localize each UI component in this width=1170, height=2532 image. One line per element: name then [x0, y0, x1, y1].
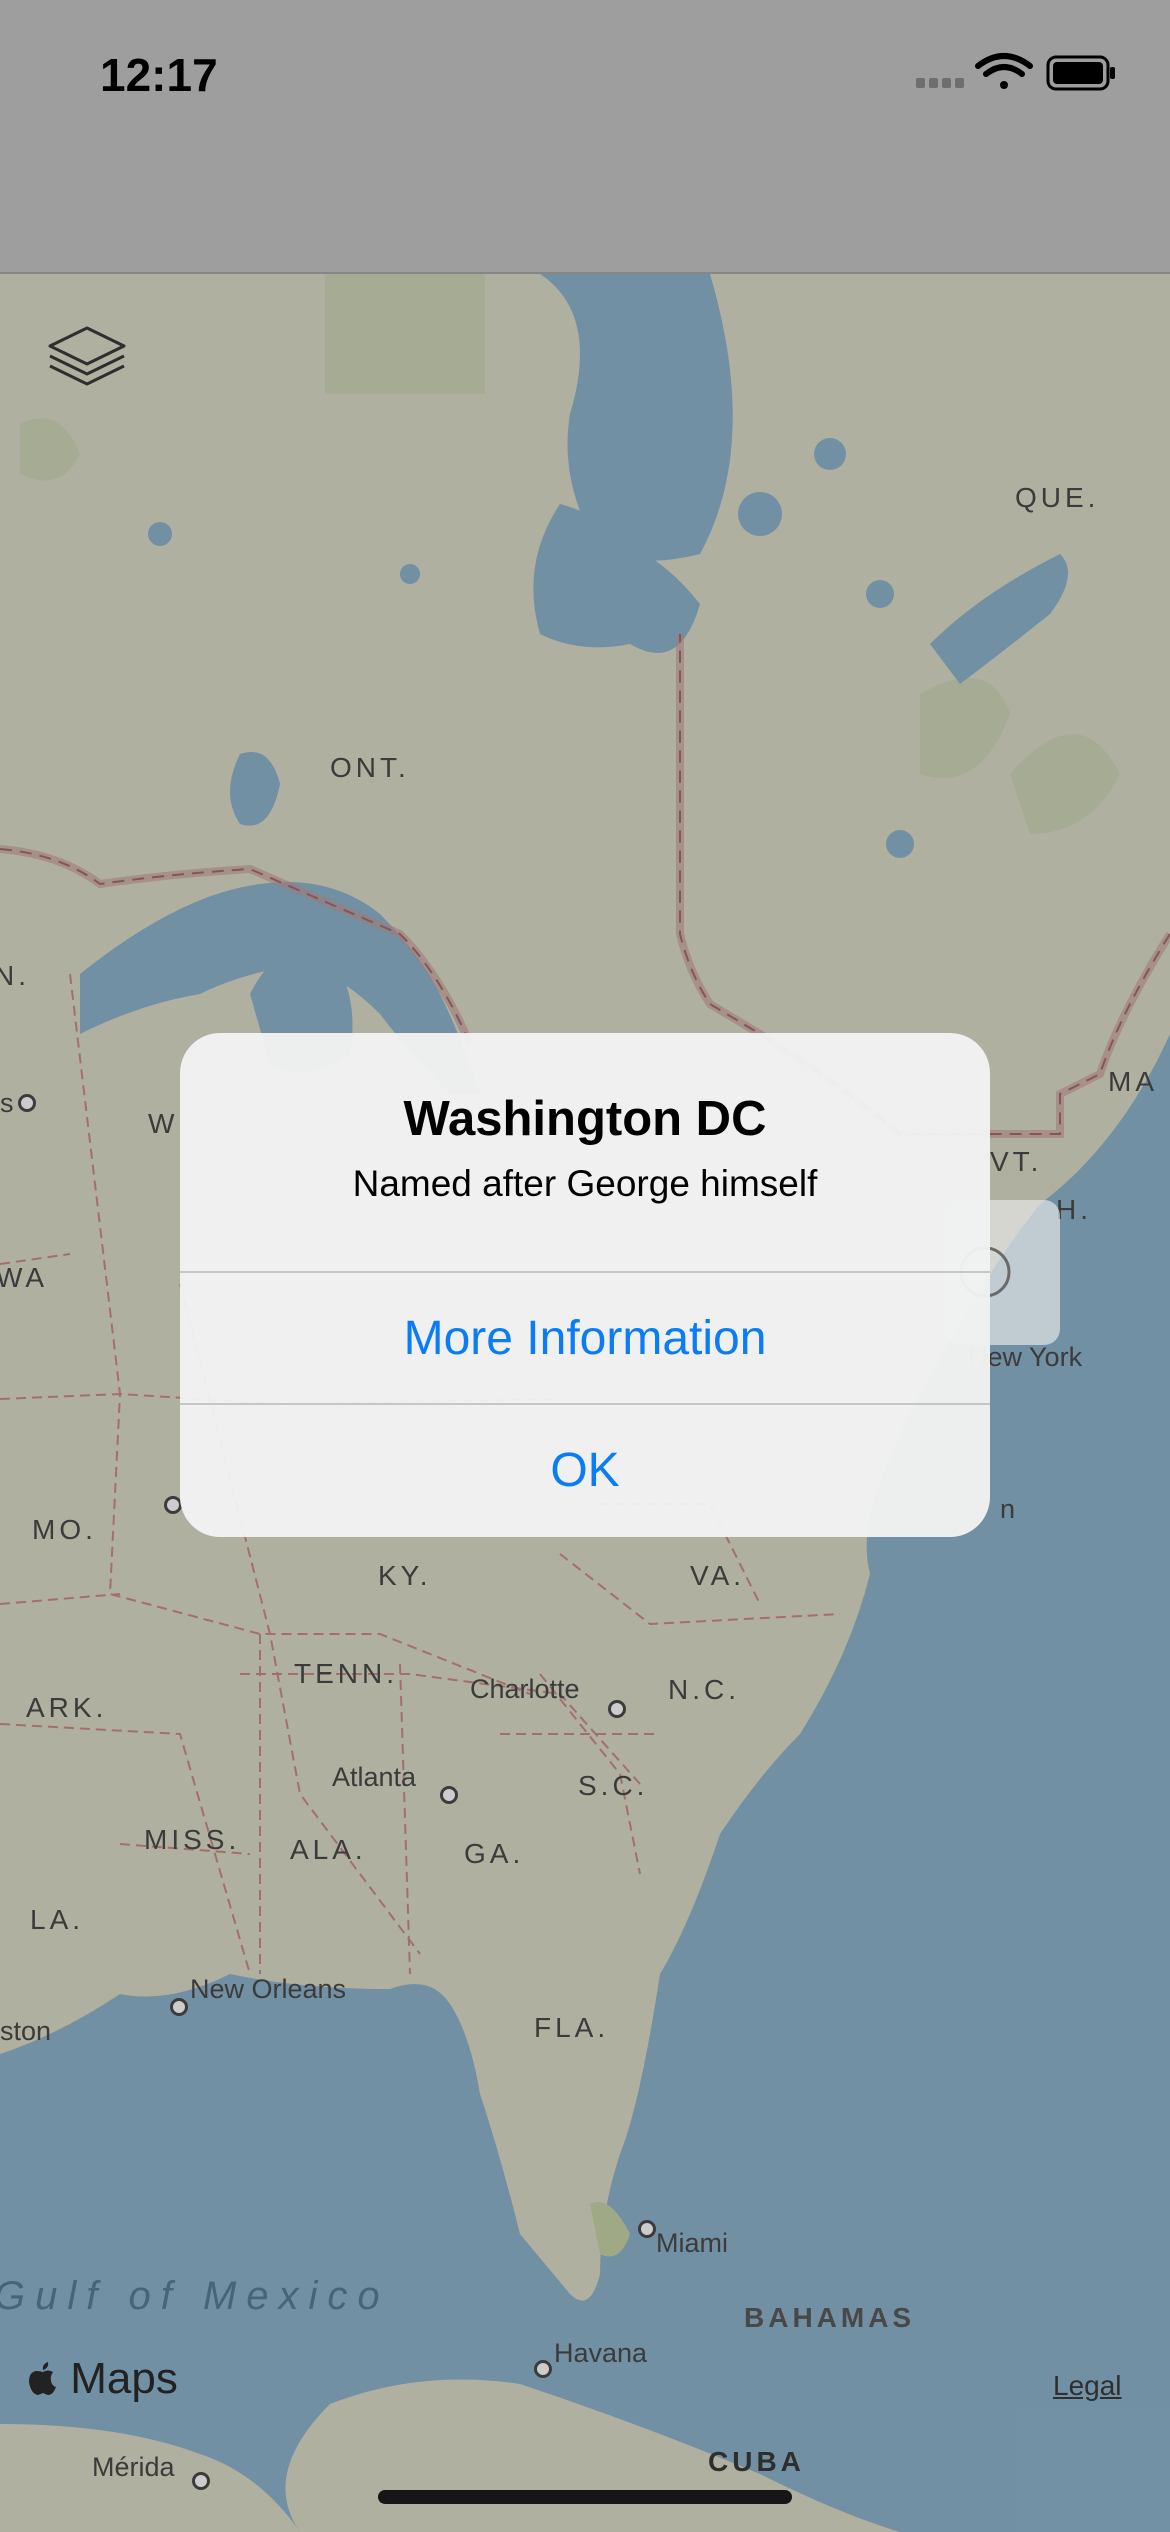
navigation-bar	[0, 130, 1170, 274]
apple-logo-icon	[29, 2362, 56, 2395]
city-label-s: s	[0, 1088, 14, 1118]
home-indicator[interactable]	[378, 2490, 792, 2504]
battery-icon	[1046, 55, 1115, 91]
city-label-n: n	[1000, 1494, 1016, 1524]
sea-label-gulf-of-mexico: Gulf of Mexico	[0, 2274, 390, 2318]
legal-link[interactable]: Legal	[1053, 2370, 1122, 2402]
city-label-atlanta: Atlanta	[332, 1762, 417, 1792]
region-label-cuba: CUBA	[708, 2446, 805, 2477]
alert-dialog: Washington DC Named after George himself…	[180, 1033, 990, 1537]
region-label-ga: GA.	[464, 1838, 525, 1869]
alert-title: Washington DC	[403, 1092, 767, 1146]
signal-icon	[916, 78, 964, 88]
region-label-ma: MA	[1108, 1066, 1158, 1097]
region-label-w: W	[148, 1108, 179, 1139]
status-icons	[916, 52, 1116, 96]
region-label-ala: ALA.	[290, 1834, 367, 1865]
region-label-va: VA.	[690, 1560, 746, 1591]
region-label-ont: ONT.	[330, 752, 410, 783]
city-label-merida: Mérida	[92, 2452, 175, 2482]
layers-icon	[48, 326, 126, 386]
region-label-nc: N.C.	[668, 1674, 740, 1705]
city-label-ston: ston	[0, 2016, 52, 2046]
city-label-havana: Havana	[554, 2338, 648, 2368]
map-layers-button[interactable]	[40, 316, 134, 396]
wifi-icon	[975, 53, 1033, 89]
city-dot	[440, 1786, 458, 1804]
alert-message: Named after George himself	[352, 1163, 818, 1204]
city-label-new-orleans: New Orleans	[190, 1974, 347, 2004]
maps-logo-text: Maps	[70, 2354, 178, 2403]
region-label-fla: FLA.	[534, 2012, 610, 2043]
region-label-bahamas: BAHAMAS	[744, 2302, 916, 2333]
region-label-wa: WA	[0, 1262, 49, 1293]
status-bar: 12:17	[0, 0, 1170, 130]
ok-button[interactable]: OK	[180, 1405, 990, 1535]
more-information-button[interactable]: More Information	[180, 1273, 990, 1403]
city-dot	[534, 2360, 552, 2378]
region-label-miss: MISS.	[144, 1824, 241, 1855]
city-dot	[192, 2472, 210, 2490]
city-dot	[170, 1998, 188, 2016]
city-dot	[638, 2220, 656, 2238]
city-label-miami: Miami	[656, 2228, 728, 2258]
region-label-tenn: TENN.	[294, 1658, 398, 1689]
region-label-ark: ARK.	[26, 1692, 108, 1723]
city-label-charlotte: Charlotte	[470, 1674, 580, 1704]
region-label-la: LA.	[30, 1904, 85, 1935]
apple-maps-logo: Maps	[28, 2354, 178, 2404]
region-label-n: N.	[0, 960, 30, 991]
city-dot	[18, 1094, 36, 1112]
region-label-mo: MO.	[32, 1514, 97, 1545]
region-label-que: QUE.	[1015, 482, 1100, 513]
region-label-nh: H.	[1056, 1194, 1092, 1225]
region-label-ky: KY.	[378, 1560, 432, 1591]
region-label-sc: S.C.	[578, 1770, 649, 1801]
city-dot	[608, 1700, 626, 1718]
status-time: 12:17	[100, 49, 218, 101]
region-label-vt: VT.	[990, 1146, 1043, 1177]
